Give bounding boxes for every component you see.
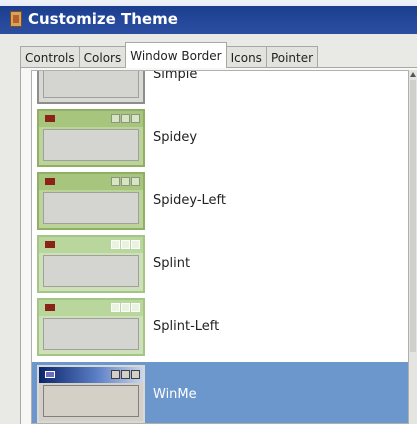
tab-controls[interactable]: Controls — [20, 46, 80, 68]
window-menu-icon — [45, 241, 55, 248]
theme-row-splint[interactable]: Splint — [32, 232, 408, 295]
minimize-icon — [111, 370, 120, 379]
window-menu-icon — [45, 178, 55, 185]
maximize-icon — [121, 370, 130, 379]
tab-icons[interactable]: Icons — [225, 46, 267, 68]
close-icon — [131, 114, 140, 123]
theme-label: WinMe — [153, 387, 197, 402]
minimize-icon — [111, 240, 120, 249]
theme-label: Splint — [153, 256, 191, 271]
theme-row-spidey[interactable]: Spidey — [32, 106, 408, 169]
window-menu-icon — [45, 371, 55, 378]
theme-label: Spidey — [153, 130, 198, 145]
theme-row-winme[interactable]: WinMe — [32, 362, 408, 423]
vertical-scrollbar[interactable] — [409, 70, 417, 424]
theme-preview-splint-left — [37, 298, 145, 356]
window-menu-icon — [45, 304, 55, 311]
maximize-icon — [121, 177, 130, 186]
scrollbar-thumb[interactable] — [410, 80, 416, 352]
close-icon — [131, 177, 140, 186]
tab-window-border[interactable]: Window Border — [125, 42, 227, 68]
close-icon — [131, 370, 140, 379]
theme-label: Spidey-Left — [153, 193, 226, 208]
theme-row-simple[interactable]: Simple — [32, 70, 408, 106]
scroll-up-icon[interactable] — [410, 72, 416, 77]
tab-pointer[interactable]: Pointer — [265, 46, 319, 68]
window-menu-icon — [45, 115, 55, 122]
close-icon — [131, 240, 140, 249]
theme-preview-spidey — [37, 109, 145, 167]
theme-row-splint-left[interactable]: Splint-Left — [32, 295, 408, 358]
maximize-icon — [121, 114, 130, 123]
tab-colors[interactable]: Colors — [78, 46, 127, 68]
close-icon — [131, 303, 140, 312]
tab-bar: Controls Colors Window Border Icons Poin… — [20, 42, 319, 68]
minimize-icon — [111, 177, 120, 186]
minimize-icon — [111, 303, 120, 312]
theme-row-spidey-left[interactable]: Spidey-Left — [32, 169, 408, 232]
minimize-icon — [111, 114, 120, 123]
theme-list[interactable]: Simple Spidey Spidey-Left Splint Splint-… — [31, 70, 409, 424]
app-icon — [10, 11, 22, 27]
theme-preview-winme — [37, 365, 145, 423]
theme-preview-spidey-left — [37, 172, 145, 230]
theme-preview-splint — [37, 235, 145, 293]
theme-label: Splint-Left — [153, 319, 220, 334]
theme-label: Simple — [153, 70, 198, 82]
window-title: Customize Theme — [28, 10, 178, 28]
maximize-icon — [121, 303, 130, 312]
title-bar[interactable]: Customize Theme — [0, 0, 417, 34]
maximize-icon — [121, 240, 130, 249]
theme-preview-simple — [37, 71, 145, 104]
